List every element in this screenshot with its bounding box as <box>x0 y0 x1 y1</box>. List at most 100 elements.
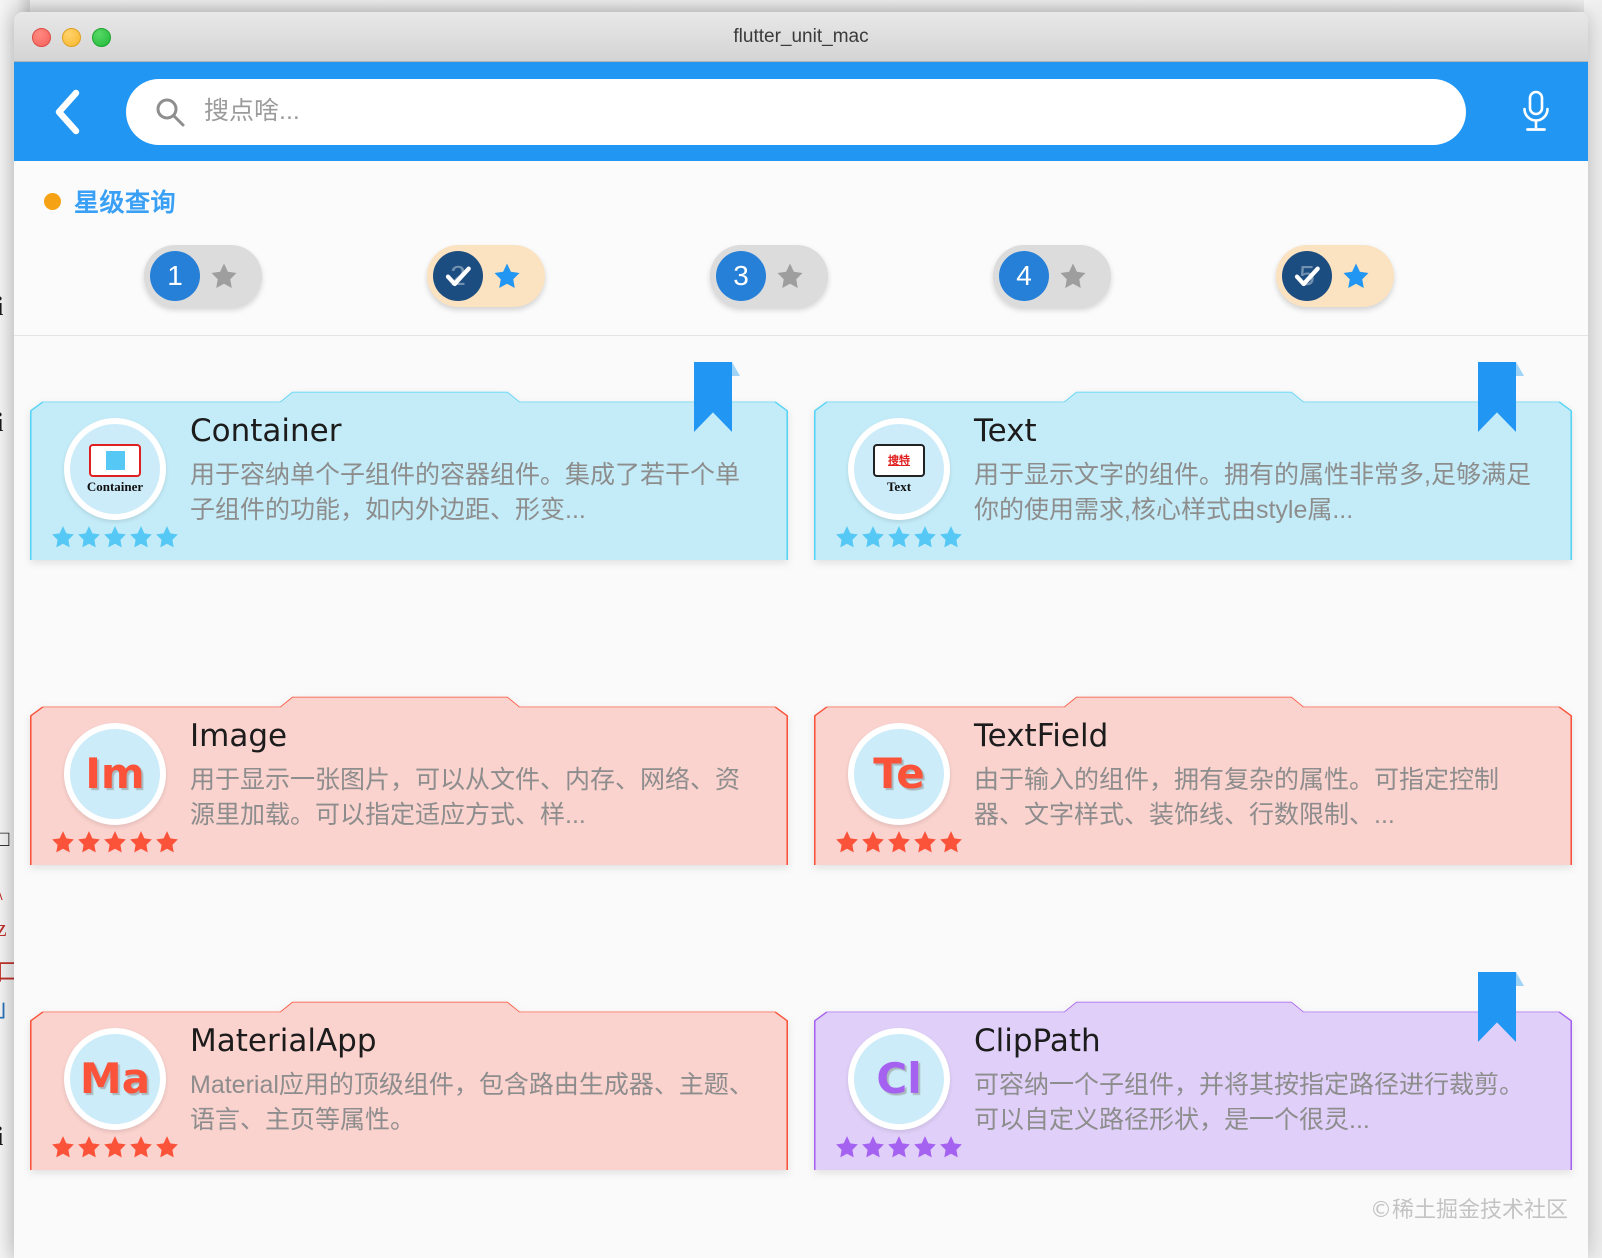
rating-star-icon <box>130 1136 152 1158</box>
rating-star-icon <box>940 526 962 548</box>
bg-text-fragment: i <box>0 408 3 438</box>
avatar-circle: Te <box>848 723 950 825</box>
bookmark-ribbon-icon[interactable] <box>694 362 740 432</box>
star-filter-chip-row: 1 2 3 4 5 <box>14 245 1588 307</box>
chevron-left-icon <box>55 89 80 134</box>
chip-badge: 1 <box>150 251 200 301</box>
star-filter-panel: 星级查询 1 2 3 4 5 <box>14 161 1588 336</box>
rating-star-icon <box>104 831 126 853</box>
chip-badge: 4 <box>999 251 1049 301</box>
widget-card[interactable]: 搜特 Text Text 用于显示文字的组件。拥有的属性非常多,足够满足你的使用需求,… <box>814 382 1572 560</box>
background-window-top-strip <box>0 0 1602 12</box>
minimize-window-button[interactable] <box>62 28 81 47</box>
widget-card[interactable]: Im Image 用于显示一张图片，可以从文件、内存、网络、资源里加载。可以指定适应… <box>30 687 788 865</box>
card-text-block: Image 用于显示一张图片，可以从文件、内存、网络、资源里加载。可以指定适应方式… <box>166 719 762 832</box>
card-title: ClipPath <box>974 1023 1101 1059</box>
avatar-initials: Im <box>85 749 145 798</box>
thumbnail-inner-square <box>105 450 125 470</box>
card-text-block: Text 用于显示文字的组件。拥有的属性非常多,足够满足你的使用需求,核心样式由s… <box>950 414 1546 527</box>
bullet-dot-icon <box>44 192 61 210</box>
widget-card-slot: Cl ClipPath 可容纳一个子组件，并将其按指定路径进行裁剪。可以自定义路径形… <box>814 972 1572 1200</box>
rating-star-icon <box>862 526 884 548</box>
rating-star-icon <box>914 526 936 548</box>
card-avatar: Im <box>64 723 166 825</box>
card-star-rating <box>834 524 964 550</box>
rating-star-icon <box>914 1136 936 1158</box>
chip-badge: 3 <box>716 251 766 301</box>
bg-text-fragment: □ <box>0 826 10 851</box>
widget-card[interactable]: Cl ClipPath 可容纳一个子组件，并将其按指定路径进行裁剪。可以自定义路径形… <box>814 992 1572 1170</box>
card-text-block: MaterialApp Material应用的顶级组件，包含路由生成器、主题、语言… <box>166 1024 762 1137</box>
star-filter-chip-2[interactable]: 2 <box>427 245 545 307</box>
widget-card[interactable]: Container Container 用于容纳单个子组件的容器组件。集成了若干个单… <box>30 382 788 560</box>
card-avatar: Container <box>64 418 166 520</box>
card-description: 用于显示一张图片，可以从文件、内存、网络、资源里加载。可以指定适应方式、样... <box>190 766 741 829</box>
microphone-icon <box>1523 90 1549 131</box>
rating-star-icon <box>52 1136 74 1158</box>
widget-card-slot: Container Container 用于容纳单个子组件的容器组件。集成了若干个单… <box>30 362 788 590</box>
check-icon <box>433 251 483 301</box>
search-bar[interactable] <box>126 78 1466 145</box>
card-avatar: Cl <box>848 1028 950 1130</box>
close-window-button[interactable] <box>32 28 51 47</box>
window-title: flutter_unit_mac <box>733 25 869 47</box>
card-star-rating <box>50 1134 180 1160</box>
rating-star-icon <box>104 1136 126 1158</box>
rating-star-icon <box>940 831 962 853</box>
voice-search-button[interactable] <box>1510 84 1562 140</box>
rating-star-icon <box>78 526 100 548</box>
rating-star-icon <box>888 526 910 548</box>
back-button[interactable] <box>44 86 90 138</box>
maximize-window-button[interactable] <box>92 28 111 47</box>
star-filter-chip-1[interactable]: 1 <box>144 245 262 307</box>
card-description: 由于输入的组件，拥有复杂的属性。可指定控制器、文字样式、装饰线、行数限制、... <box>974 766 1500 829</box>
avatar-initials: Te <box>873 749 925 798</box>
traffic-lights <box>32 28 111 47</box>
card-text-block: ClipPath 可容纳一个子组件，并将其按指定路径进行裁剪。可以自定义路径形状，… <box>950 1024 1546 1137</box>
widget-card-slot: Ma MaterialApp Material应用的顶级组件，包含路由生成器、主题、… <box>30 972 788 1200</box>
bookmark-ribbon-icon[interactable] <box>1478 972 1524 1042</box>
chip-star-icon <box>1341 261 1371 291</box>
widget-card[interactable]: Ma MaterialApp Material应用的顶级组件，包含路由生成器、主题、… <box>30 992 788 1170</box>
card-description: 可容纳一个子组件，并将其按指定路径进行裁剪。可以自定义路径形状，是一个很灵... <box>974 1071 1525 1134</box>
rating-star-icon <box>52 831 74 853</box>
rating-star-icon <box>862 831 884 853</box>
widget-card[interactable]: Te TextField 由于输入的组件，拥有复杂的属性。可指定控制器、文字样式、装… <box>814 687 1572 865</box>
bookmark-ribbon-icon[interactable] <box>1478 362 1524 432</box>
app-window: flutter_unit_mac 星 <box>14 12 1588 1258</box>
card-text-block: Container 用于容纳单个子组件的容器组件。集成了若干个单子组件的功能，如内… <box>166 414 762 527</box>
card-avatar: Ma <box>64 1028 166 1130</box>
star-filter-chip-5[interactable]: 5 <box>1276 245 1394 307</box>
chip-star-icon <box>1058 261 1088 291</box>
card-text-block: TextField 由于输入的组件，拥有复杂的属性。可指定控制器、文字样式、装饰线… <box>950 719 1546 832</box>
search-input[interactable] <box>204 97 1438 126</box>
app-toolbar <box>14 62 1588 161</box>
container-widget-thumbnail: Container <box>87 443 143 495</box>
avatar-initials: Ma <box>79 1054 151 1103</box>
card-star-rating <box>834 829 964 855</box>
star-filter-chip-3[interactable]: 3 <box>710 245 828 307</box>
bg-text-fragment: i <box>0 292 3 322</box>
card-description: 用于容纳单个子组件的容器组件。集成了若干个单子组件的功能，如内外边距、形变... <box>190 461 741 524</box>
chip-star-icon <box>492 261 522 291</box>
rating-star-icon <box>156 831 178 853</box>
bg-text-fragment: z <box>0 916 7 942</box>
widget-card-grid: Container Container 用于容纳单个子组件的容器组件。集成了若干个单… <box>14 336 1588 1258</box>
rating-star-icon <box>78 1136 100 1158</box>
card-title: Container <box>190 413 342 449</box>
avatar-circle: Im <box>64 723 166 825</box>
chip-star-icon <box>209 261 239 291</box>
rating-star-icon <box>836 526 858 548</box>
rating-star-icon <box>78 831 100 853</box>
rating-star-icon <box>888 1136 910 1158</box>
card-title: Image <box>190 718 288 754</box>
rating-star-icon <box>836 1136 858 1158</box>
star-filter-chip-4[interactable]: 4 <box>993 245 1111 307</box>
chip-number: 1 <box>167 260 183 291</box>
chip-star-icon <box>775 261 805 291</box>
chip-badge: 5 <box>1282 251 1332 301</box>
card-star-rating <box>834 1134 964 1160</box>
widget-card-slot: Te TextField 由于输入的组件，拥有复杂的属性。可指定控制器、文字样式、装… <box>814 667 1572 895</box>
rating-star-icon <box>156 526 178 548</box>
search-icon <box>156 98 185 126</box>
